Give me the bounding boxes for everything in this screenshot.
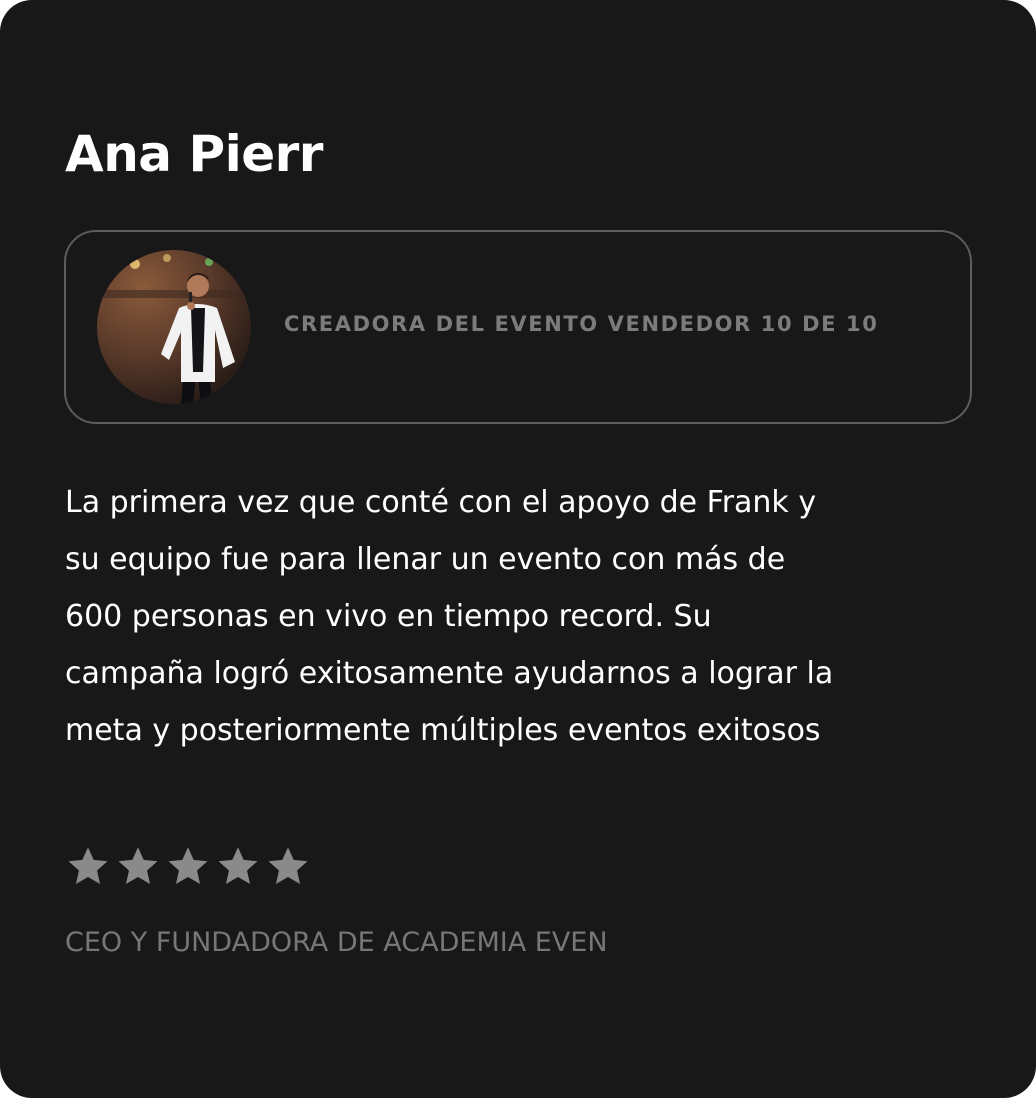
star-icon (68, 847, 108, 885)
avatar (97, 250, 251, 404)
star-icon (268, 847, 308, 885)
quote-line: La primera vez que conté con el apoyo de… (65, 485, 817, 520)
profile-box: CREADORA DEL EVENTO VENDEDOR 10 DE 10 (64, 230, 972, 424)
quote-line: 600 personas en vivo en tiempo record. S… (65, 599, 712, 634)
star-icon (218, 847, 258, 885)
star-icon (168, 847, 208, 885)
star-rating (65, 843, 311, 889)
testimonial-name: Ana Pierr (65, 125, 323, 183)
quote-line: meta y posteriormente múltiples eventos … (65, 713, 821, 748)
star-icon (118, 847, 158, 885)
quote-line: campaña logró exitosamente ayudarnos a l… (65, 656, 834, 691)
job-title: CEO Y FUNDADORA DE ACADEMIA EVEN (65, 927, 608, 958)
quote-line: su equipo fue para llenar un evento con … (65, 542, 786, 577)
testimonial-quote: La primera vez que conté con el apoyo de… (65, 474, 965, 759)
role-label: CREADORA DEL EVENTO VENDEDOR 10 DE 10 (284, 312, 879, 336)
testimonial-card: Ana Pierr CREADORA DEL EVENTO VENDEDOR 1… (0, 0, 1036, 1098)
avatar-photo (97, 250, 251, 404)
